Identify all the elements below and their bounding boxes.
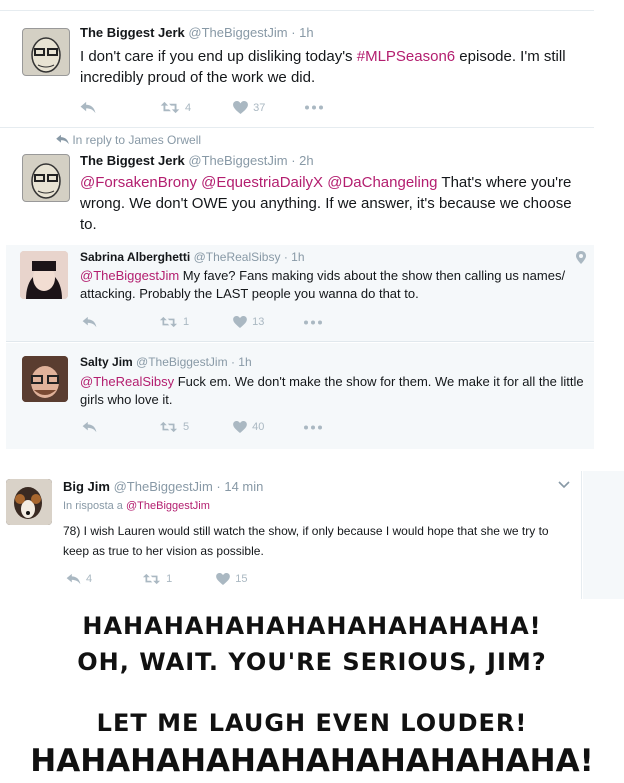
like-button[interactable]: 37 <box>233 101 265 114</box>
tweet-text: @ForsakenBrony @EquestriaDailyX @DaChang… <box>80 174 572 233</box>
reply-icon <box>82 421 97 433</box>
tweet-text: @TheRealSibsy Fuck em. We don't make the… <box>80 374 584 407</box>
caption-line-1: HAHAHAHAHAHAHAHAHAHAHA! <box>82 612 542 640</box>
avatar[interactable] <box>6 479 52 525</box>
retweet-count: 1 <box>166 573 173 585</box>
tweet-text: I don't care if you end up disliking tod… <box>80 48 566 86</box>
dog-avatar-icon <box>6 479 52 525</box>
tweet-header: The Biggest Jerk @TheBiggestJim · 1h <box>80 25 314 40</box>
mention-link[interactable]: @TheRealSibsy <box>80 374 174 389</box>
reply-to-link[interactable]: @TheBiggestJim <box>126 500 210 512</box>
display-name[interactable]: The Biggest Jerk <box>80 153 185 168</box>
tweet-actions: 4 1 15 <box>66 573 248 585</box>
timestamp[interactable]: 1h <box>291 250 304 264</box>
retweet-count: 1 <box>183 316 190 328</box>
salty-jim-avatar-icon <box>22 356 68 402</box>
jerk-face-icon <box>31 163 61 199</box>
more-icon <box>305 105 323 110</box>
caption-line-3: LET ME LAUGH EVEN LOUDER! <box>96 709 528 737</box>
retweet-icon <box>159 421 178 433</box>
tweet-text: 78) I wish Lauren would still watch the … <box>63 524 549 558</box>
jerk-face-icon <box>31 37 61 73</box>
like-count: 13 <box>252 316 265 328</box>
username[interactable]: @TheRealSibsy <box>194 250 281 264</box>
like-count: 15 <box>235 573 248 585</box>
timestamp[interactable]: 14 min <box>224 479 263 494</box>
reply-button[interactable] <box>82 316 97 328</box>
timestamp[interactable]: 2h <box>299 153 313 168</box>
reply-icon <box>80 101 96 114</box>
username[interactable]: @TheBiggestJim <box>136 355 228 369</box>
reply-context[interactable]: In reply to James Orwell <box>56 133 201 147</box>
mention-links[interactable]: @ForsakenBrony @EquestriaDailyX @DaChang… <box>80 174 438 191</box>
timestamp[interactable]: 1h <box>238 355 251 369</box>
side-panel <box>583 471 624 599</box>
tweet-actions: 4 37 <box>80 101 323 114</box>
more-icon <box>304 320 322 325</box>
more-button[interactable] <box>304 425 322 430</box>
username[interactable]: @TheBiggestJim <box>188 153 287 168</box>
like-button[interactable]: 15 <box>216 573 248 585</box>
display-name[interactable]: Salty Jim <box>80 355 133 369</box>
tweet-3[interactable]: Sabrina Alberghetti @TheRealSibsy · 1h @… <box>6 245 594 342</box>
retweet-button[interactable]: 5 <box>159 421 189 433</box>
retweet-icon <box>159 316 178 328</box>
caption-line-4: HAHAHAHAHAHAHAHAHAHAHA! <box>30 743 594 779</box>
reply-count: 4 <box>86 573 93 585</box>
reply-icon <box>56 134 69 145</box>
more-button[interactable] <box>304 320 322 325</box>
username[interactable]: @TheBiggestJim <box>114 479 213 494</box>
retweet-button[interactable]: 1 <box>159 316 189 328</box>
like-icon <box>233 101 248 114</box>
avatar[interactable] <box>22 356 68 402</box>
avatar[interactable] <box>22 28 70 76</box>
like-button[interactable]: 40 <box>233 421 264 433</box>
reply-button[interactable] <box>82 421 97 433</box>
like-button[interactable]: 13 <box>233 316 264 328</box>
timestamp[interactable]: 1h <box>299 25 313 40</box>
reply-icon <box>66 573 81 585</box>
tweet-actions: 5 40 <box>82 421 322 433</box>
tweet-2[interactable]: In reply to James Orwell The Biggest Jer… <box>0 129 594 245</box>
retweet-button[interactable]: 4 <box>160 101 191 114</box>
tweet-text: @TheBiggestJim My fave? Fans making vids… <box>80 268 566 301</box>
tweet-1[interactable]: The Biggest Jerk @TheBiggestJim · 1h I d… <box>0 10 594 128</box>
display-name[interactable]: Sabrina Alberghetti <box>80 250 190 264</box>
display-name[interactable]: Big Jim <box>63 479 110 494</box>
like-count: 40 <box>252 421 265 433</box>
tweet-4[interactable]: Salty Jim @TheBiggestJim · 1h @TheRealSi… <box>6 343 594 449</box>
reply-context: In risposta a @TheBiggestJim <box>63 500 210 512</box>
sabrina-avatar-icon <box>20 251 68 299</box>
avatar[interactable] <box>20 251 68 299</box>
reply-button[interactable]: 4 <box>66 573 92 585</box>
display-name[interactable]: The Biggest Jerk <box>80 25 185 40</box>
hashtag-link[interactable]: #MLPSeason6 <box>357 48 455 65</box>
retweet-icon <box>142 573 161 585</box>
more-button[interactable] <box>305 105 323 110</box>
mention-link[interactable]: @TheBiggestJim <box>80 268 179 283</box>
tweet-actions: 1 13 <box>82 316 322 328</box>
tweet-header: Sabrina Alberghetti @TheRealSibsy · 1h <box>80 250 305 264</box>
like-count: 37 <box>253 101 266 114</box>
like-icon <box>216 573 230 585</box>
tweet-header: Big Jim @TheBiggestJim · 14 min <box>63 479 264 494</box>
reply-icon <box>82 316 97 328</box>
tweet-5[interactable]: Big Jim @TheBiggestJim · 14 min In rispo… <box>0 471 582 599</box>
like-icon <box>233 421 247 433</box>
like-icon <box>233 316 247 328</box>
retweet-icon <box>160 101 180 114</box>
avatar[interactable] <box>22 154 70 202</box>
retweet-count: 4 <box>185 101 192 114</box>
retweet-count: 5 <box>183 421 190 433</box>
reply-button[interactable] <box>80 101 96 114</box>
username[interactable]: @TheBiggestJim <box>188 25 287 40</box>
tweet-header: Salty Jim @TheBiggestJim · 1h <box>80 355 252 369</box>
location-icon[interactable] <box>576 251 586 264</box>
caption-line-2: OH, WAIT. YOU'RE SERIOUS, JIM? <box>77 648 547 676</box>
retweet-button[interactable]: 1 <box>142 573 172 585</box>
tweet-header: The Biggest Jerk @TheBiggestJim · 2h <box>80 153 314 168</box>
more-icon <box>304 425 322 430</box>
chevron-down-icon[interactable] <box>558 481 570 489</box>
